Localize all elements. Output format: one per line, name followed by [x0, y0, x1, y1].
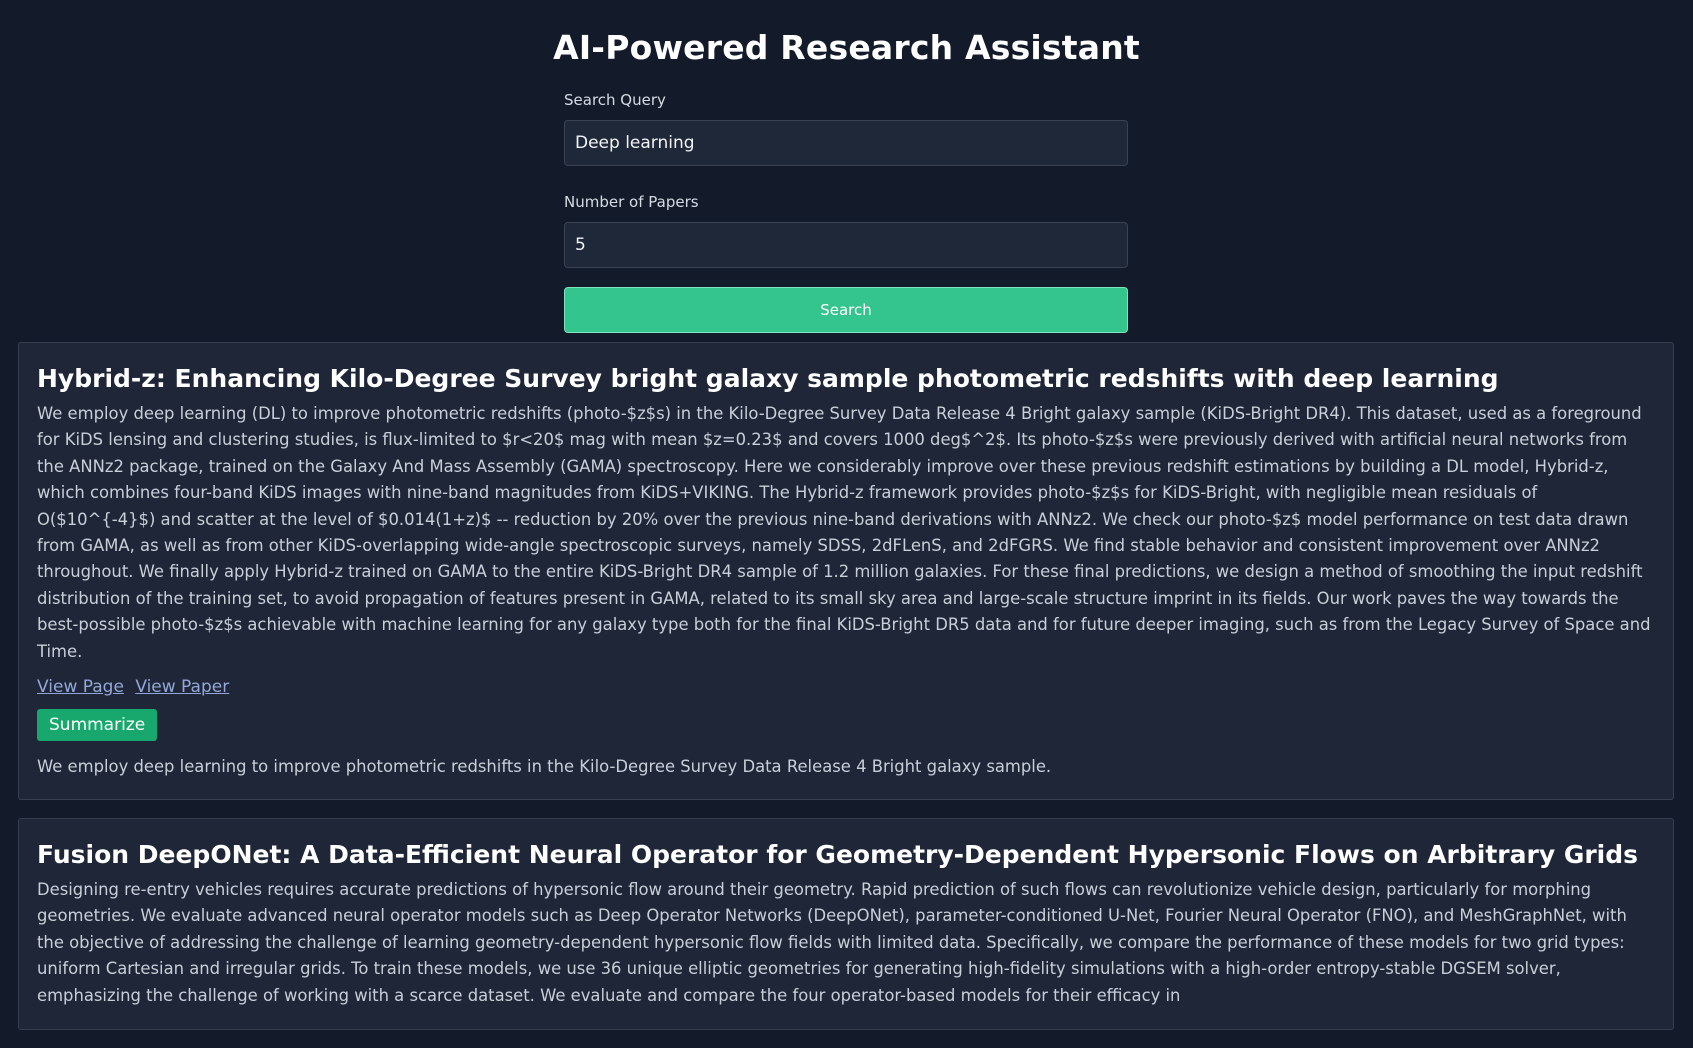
count-field-group: Number of Papers [564, 192, 1128, 268]
search-form: Search Query Number of Papers Search [564, 90, 1128, 333]
paper-card: Hybrid-z: Enhancing Kilo-Degree Survey b… [18, 342, 1674, 801]
page-title: AI-Powered Research Assistant [553, 28, 1140, 67]
search-query-label: Search Query [564, 91, 666, 109]
number-of-papers-label: Number of Papers [564, 193, 699, 211]
number-of-papers-input[interactable] [564, 222, 1128, 268]
paper-summary: We employ deep learning to improve photo… [37, 757, 1052, 777]
query-field-group: Search Query [564, 90, 1128, 166]
summarize-button[interactable]: Summarize [37, 709, 158, 742]
paper-title: Hybrid-z: Enhancing Kilo-Degree Survey b… [37, 364, 1499, 393]
search-query-input[interactable] [564, 120, 1128, 166]
paper-abstract: We employ deep learning (DL) to improve … [37, 404, 1651, 661]
view-paper-link[interactable]: View Paper [135, 677, 229, 697]
results-list: Hybrid-z: Enhancing Kilo-Degree Survey b… [18, 342, 1674, 1048]
search-button[interactable]: Search [564, 287, 1128, 333]
paper-abstract: Designing re-entry vehicles requires acc… [37, 880, 1627, 1005]
paper-card: Fusion DeepONet: A Data-Efficient Neural… [18, 818, 1674, 1031]
view-page-link[interactable]: View Page [37, 677, 124, 697]
paper-links: View Page View Paper [37, 675, 1655, 699]
paper-title: Fusion DeepONet: A Data-Efficient Neural… [37, 840, 1639, 870]
app-root: AI-Powered Research Assistant Search Que… [0, 0, 1693, 1031]
